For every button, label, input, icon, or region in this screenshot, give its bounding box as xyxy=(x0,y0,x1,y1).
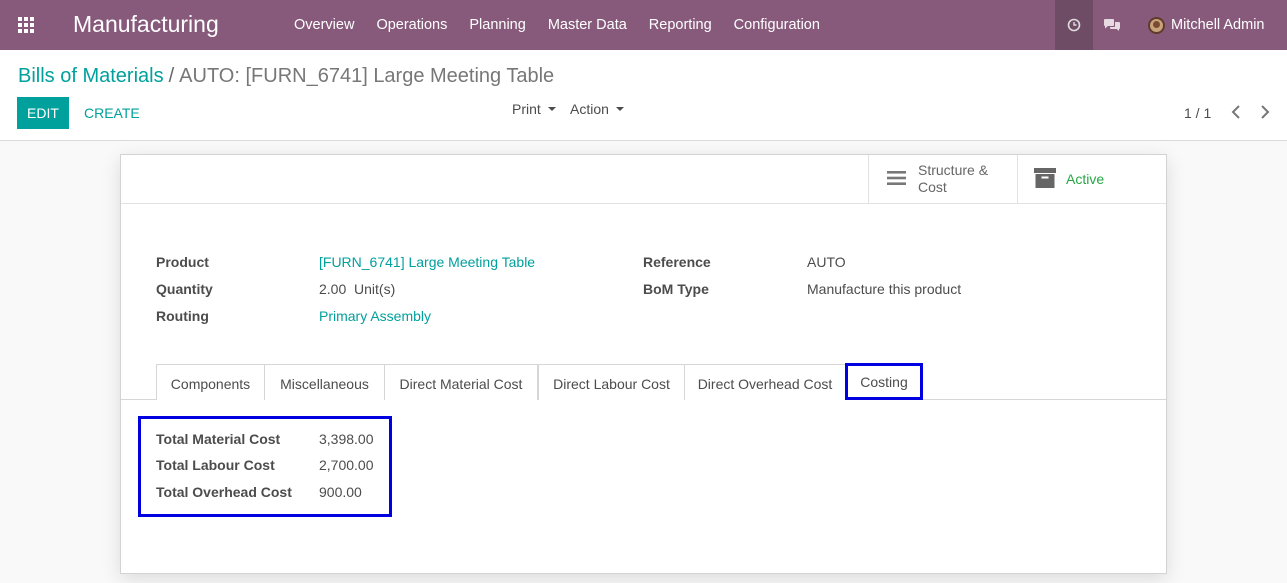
menu-reporting[interactable]: Reporting xyxy=(638,0,723,50)
tab-direct-labour-cost[interactable]: Direct Labour Cost xyxy=(538,364,685,400)
quantity-uom: Unit(s) xyxy=(354,281,396,297)
structure-cost-label: Structure & Cost xyxy=(918,162,988,196)
breadcrumb-current: AUTO: [FURN_6741] Large Meeting Table xyxy=(179,65,555,87)
main-menu: Overview Operations Planning Master Data… xyxy=(283,0,831,50)
next-record-icon[interactable] xyxy=(1258,102,1272,122)
menu-configuration[interactable]: Configuration xyxy=(723,0,831,50)
user-name: Mitchell Admin xyxy=(1171,17,1265,33)
archive-icon xyxy=(1034,167,1056,191)
breadcrumb: Bills of Materials / AUTO: [FURN_6741] Lar… xyxy=(18,65,554,88)
routing-label: Routing xyxy=(156,308,209,324)
caret-down-icon xyxy=(547,107,556,111)
apps-menu-icon[interactable] xyxy=(18,17,36,33)
quantity-label: Quantity xyxy=(156,281,213,297)
chat-icon[interactable] xyxy=(1093,0,1131,50)
app-title[interactable]: Manufacturing xyxy=(73,11,219,38)
bom-type-value: Manufacture this product xyxy=(807,281,962,297)
total-overhead-cost-label: Total Overhead Cost xyxy=(156,484,292,500)
total-material-cost-value: 3,398.00 xyxy=(319,431,374,447)
structure-cost-button[interactable]: Structure & Cost xyxy=(868,155,1018,203)
control-panel: Bills of Materials / AUTO: [FURN_6741] Lar… xyxy=(0,50,1287,141)
menu-master-data[interactable]: Master Data xyxy=(537,0,638,50)
action-label: Action xyxy=(570,101,609,117)
user-menu[interactable]: Mitchell Admin xyxy=(1148,0,1264,50)
routing-link[interactable]: Primary Assembly xyxy=(319,308,431,324)
product-label: Product xyxy=(156,254,209,270)
menu-planning[interactable]: Planning xyxy=(458,0,536,50)
quantity-number: 2.00 xyxy=(319,281,347,297)
total-material-cost-label: Total Material Cost xyxy=(156,431,281,447)
product-link[interactable]: [FURN_6741] Large Meeting Table xyxy=(319,254,535,270)
tab-components[interactable]: Components xyxy=(156,364,265,400)
menu-operations[interactable]: Operations xyxy=(365,0,458,50)
action-dropdown[interactable]: Action xyxy=(570,101,624,117)
form-sheet: Structure & Cost Active Product [FURN_67… xyxy=(120,154,1167,574)
tab-direct-overhead-cost[interactable]: Direct Overhead Cost xyxy=(684,364,846,400)
notebook-tabs: Components Miscellaneous Direct Material… xyxy=(121,363,1166,400)
caret-down-icon xyxy=(615,107,624,111)
breadcrumb-bills-of-materials[interactable]: Bills of Materials xyxy=(18,65,164,87)
structure-cost-label-line2: Cost xyxy=(918,179,947,195)
active-toggle-button[interactable]: Active xyxy=(1017,155,1166,203)
bom-type-label: BoM Type xyxy=(643,281,709,297)
total-labour-cost-label: Total Labour Cost xyxy=(156,457,275,473)
create-button[interactable]: CREATE xyxy=(84,105,140,121)
total-labour-cost-value: 2,700.00 xyxy=(319,457,374,473)
smart-button-box: Structure & Cost Active xyxy=(121,155,1166,204)
total-overhead-cost-value: 900.00 xyxy=(319,484,362,500)
print-label: Print xyxy=(512,101,541,117)
tab-costing[interactable]: Costing xyxy=(845,363,923,400)
pager-value[interactable]: 1 / 1 xyxy=(1184,105,1211,121)
quantity-value: 2.00 Unit(s) xyxy=(319,281,395,297)
edit-button[interactable]: EDIT xyxy=(17,97,69,129)
print-dropdown[interactable]: Print xyxy=(512,101,556,117)
tab-miscellaneous[interactable]: Miscellaneous xyxy=(264,364,385,400)
previous-record-icon[interactable] xyxy=(1229,102,1243,122)
tab-direct-material-cost[interactable]: Direct Material Cost xyxy=(384,364,538,400)
reference-label: Reference xyxy=(643,254,711,270)
avatar xyxy=(1148,16,1165,34)
activity-clock-icon[interactable] xyxy=(1055,0,1093,50)
reference-value: AUTO xyxy=(807,254,846,270)
active-label: Active xyxy=(1066,171,1105,187)
list-icon xyxy=(887,170,906,189)
menu-overview[interactable]: Overview xyxy=(283,0,365,50)
structure-cost-label-line1: Structure & xyxy=(918,162,989,178)
top-navbar: Manufacturing Overview Operations Planni… xyxy=(0,0,1287,50)
breadcrumb-separator: / xyxy=(168,65,175,87)
